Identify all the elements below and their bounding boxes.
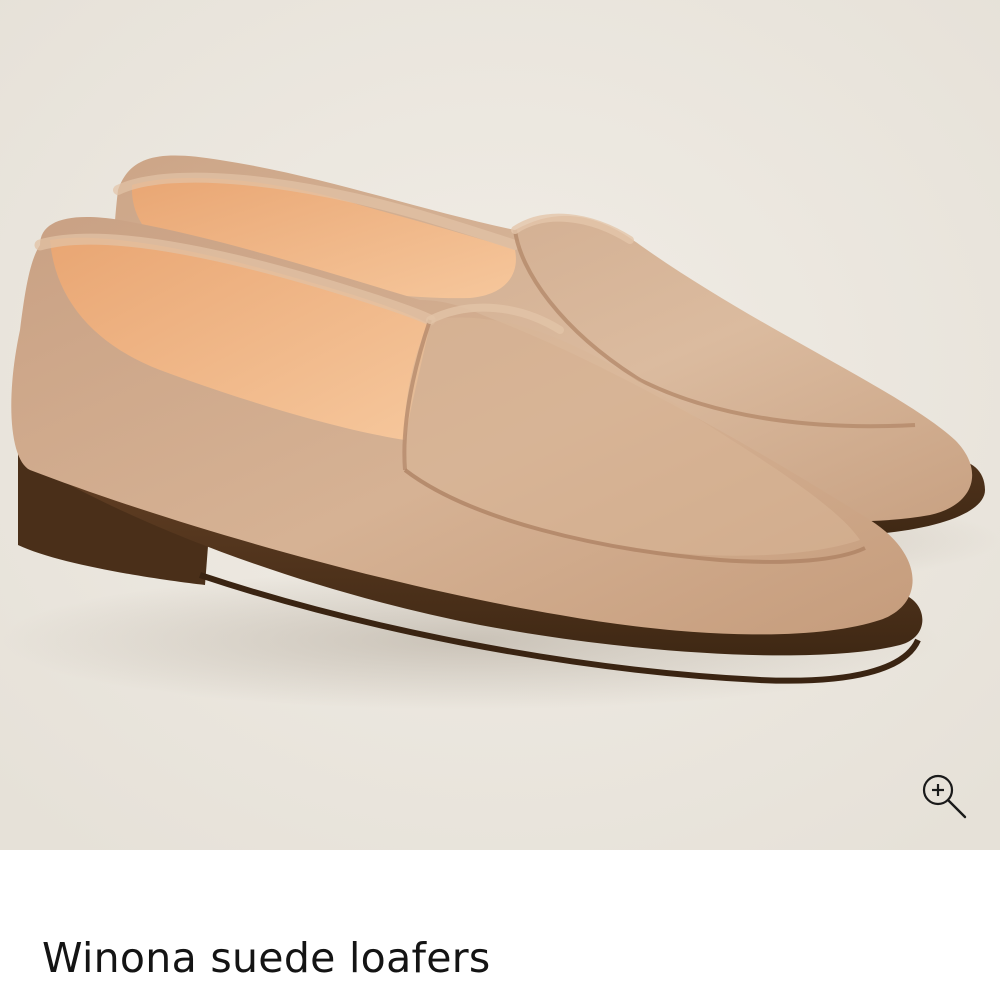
product-image[interactable] — [0, 0, 1000, 850]
zoom-button[interactable] — [910, 762, 976, 828]
loafers-photo — [0, 0, 1000, 850]
zoom-in-icon — [922, 774, 967, 819]
product-title: Winona suede loafers — [42, 934, 491, 982]
